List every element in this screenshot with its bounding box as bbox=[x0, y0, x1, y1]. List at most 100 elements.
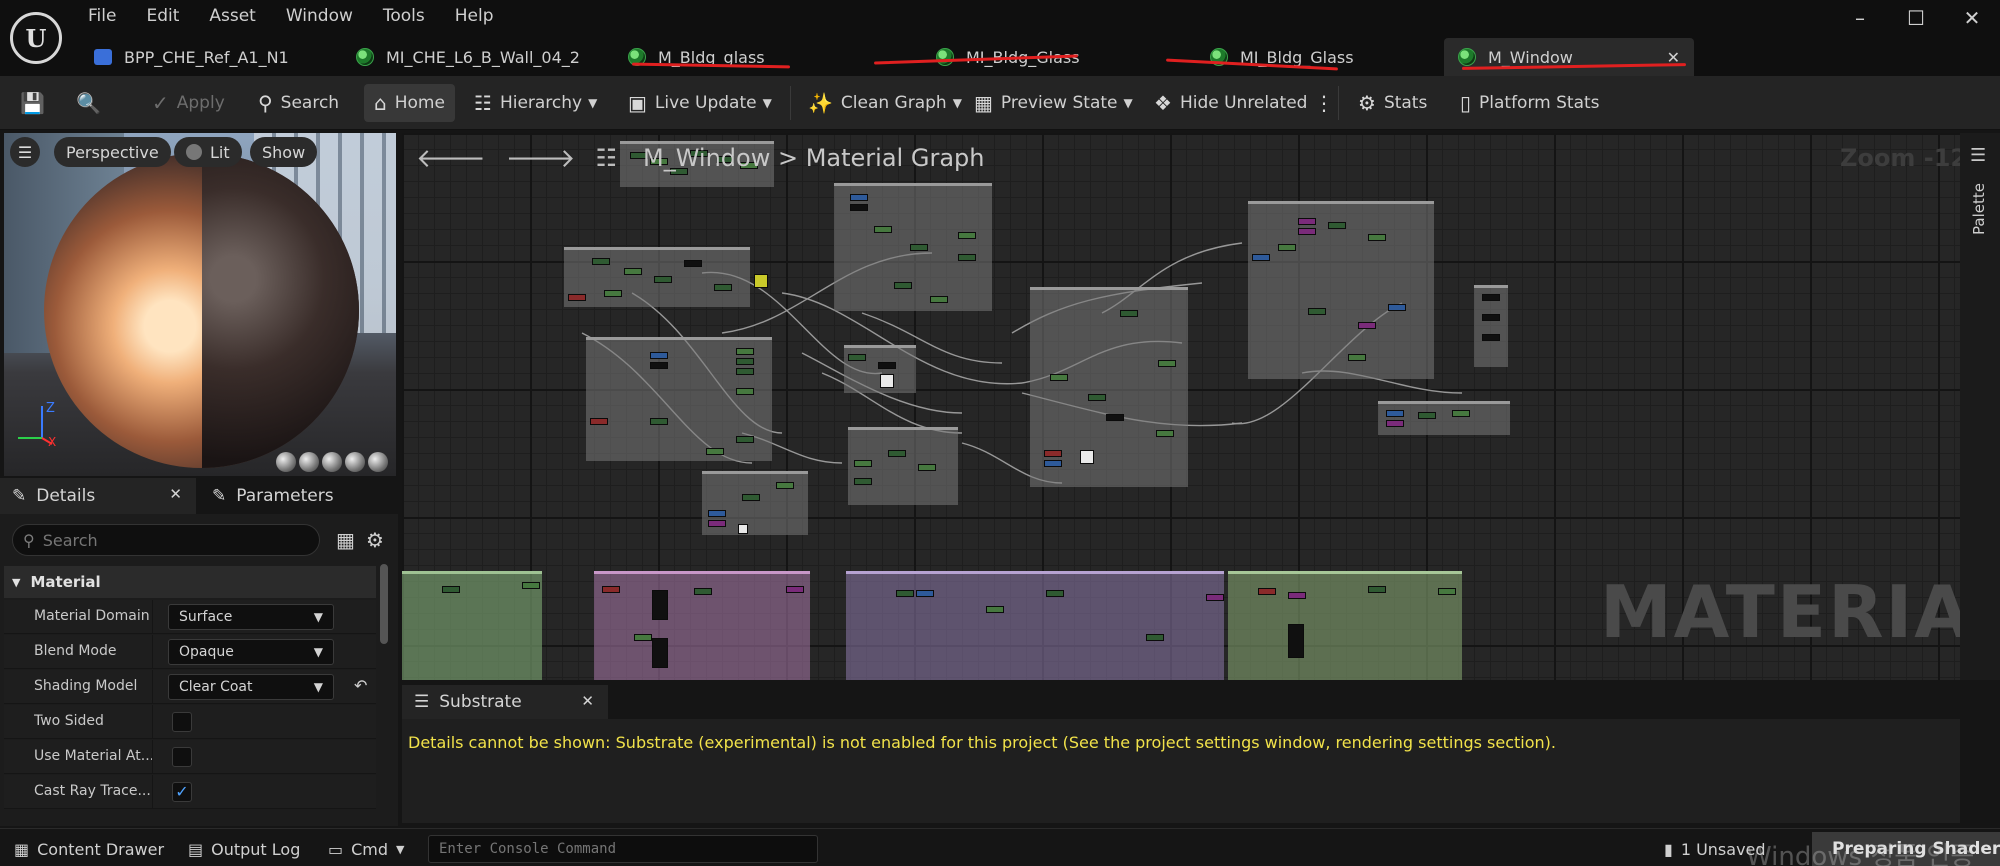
graph-node-group[interactable] bbox=[586, 337, 772, 461]
use-material-attributes-checkbox[interactable] bbox=[172, 747, 192, 767]
home-button[interactable]: ⌂ Home bbox=[364, 84, 455, 122]
show-button[interactable]: Show bbox=[250, 137, 318, 167]
palette-menu-icon[interactable]: ☰ bbox=[1970, 145, 1986, 166]
content-drawer-button[interactable]: ▦ Content Drawer bbox=[14, 837, 164, 861]
menu-tools[interactable]: Tools bbox=[383, 6, 425, 30]
graph-node-group[interactable] bbox=[1378, 401, 1510, 435]
stats-button[interactable]: ⚙ Stats bbox=[1358, 84, 1427, 122]
hierarchy-label: Hierarchy bbox=[499, 93, 583, 113]
two-sided-checkbox[interactable] bbox=[172, 712, 192, 732]
teapot-shape-icon[interactable] bbox=[368, 452, 388, 472]
prop-splitter bbox=[152, 670, 153, 704]
forward-arrow-icon[interactable]: 🡒 bbox=[506, 143, 576, 174]
dropdown-value: Clear Coat bbox=[179, 679, 253, 695]
prop-label: Shading Model bbox=[34, 678, 138, 694]
breadcrumb-leaf[interactable]: Material Graph bbox=[806, 144, 985, 172]
menu-file[interactable]: File bbox=[88, 6, 116, 30]
toolbar: 💾 🔍 ✓ Apply ⚲ Search ⌂ Home ☷ Hierarchy … bbox=[0, 76, 2000, 130]
apply-button[interactable]: ✓ Apply bbox=[152, 84, 225, 122]
blend-mode-dropdown[interactable]: Opaque ▼ bbox=[168, 639, 334, 665]
browse-button[interactable]: 🔍 bbox=[76, 84, 109, 122]
reset-to-default-icon[interactable]: ↶ bbox=[354, 676, 367, 695]
preview-state-button[interactable]: ▦ Preview State ▼ bbox=[974, 84, 1133, 122]
material-domain-dropdown[interactable]: Surface ▼ bbox=[168, 604, 334, 630]
platform-stats-button[interactable]: ▯ Platform Stats bbox=[1460, 84, 1600, 122]
viewport-menu-icon[interactable]: ☰ bbox=[10, 137, 40, 167]
prop-blend-mode: Blend Mode Opaque ▼ bbox=[4, 635, 376, 669]
chevron-down-icon: ▼ bbox=[396, 842, 405, 856]
save-icon: 💾 bbox=[20, 91, 45, 115]
graph-node-group[interactable] bbox=[848, 427, 958, 505]
preview-sphere-shadow bbox=[201, 153, 359, 468]
minimize-icon[interactable]: – bbox=[1832, 0, 1888, 36]
output-log-button[interactable]: ▤ Output Log bbox=[188, 837, 300, 861]
tab-substrate[interactable]: ☰ Substrate ✕ bbox=[402, 685, 608, 719]
palette-tab[interactable]: Palette bbox=[1970, 183, 1988, 235]
graph-node-group[interactable] bbox=[844, 345, 916, 393]
lit-button[interactable]: Lit bbox=[174, 137, 242, 167]
prop-label: Blend Mode bbox=[34, 643, 117, 659]
material-preview-viewport[interactable] bbox=[4, 133, 396, 476]
cube-shape-icon[interactable] bbox=[345, 452, 365, 472]
close-window-icon[interactable]: ✕ bbox=[1944, 0, 2000, 36]
shading-model-dropdown[interactable]: Clear Coat ▼ bbox=[168, 674, 334, 700]
console-command-input[interactable] bbox=[439, 841, 809, 857]
tab-m-window[interactable]: M_Window ✕ bbox=[1444, 38, 1694, 76]
tab-label: MI_CHE_L6_B_Wall_04_2 bbox=[386, 47, 580, 67]
breadcrumb-root[interactable]: M_Window bbox=[643, 144, 770, 172]
graph-node-group[interactable] bbox=[564, 247, 768, 307]
plane-shape-icon[interactable] bbox=[322, 452, 342, 472]
chevron-down-icon: ▼ bbox=[952, 96, 962, 110]
tab-details[interactable]: ✎ Details ✕ bbox=[0, 478, 196, 514]
settings-gear-icon[interactable]: ⚙ bbox=[366, 528, 384, 552]
close-substrate-icon[interactable]: ✕ bbox=[581, 692, 594, 710]
graph-node-group[interactable] bbox=[1248, 201, 1434, 379]
substrate-tab-label: Substrate bbox=[439, 692, 522, 712]
back-arrow-icon[interactable]: 🡐 bbox=[416, 143, 486, 174]
chevron-down-icon: ▼ bbox=[313, 610, 323, 624]
perspective-button[interactable]: Perspective bbox=[54, 137, 171, 167]
status-bar: ▦ Content Drawer ▤ Output Log ▭ Cmd ▼ ▮ … bbox=[0, 828, 2000, 866]
substrate-panel: Details cannot be shown: Substrate (expe… bbox=[402, 719, 1960, 823]
clean-graph-label: Clean Graph bbox=[840, 93, 947, 113]
hide-unrelated-button[interactable]: ❖ Hide Unrelated bbox=[1154, 84, 1307, 122]
more-vertical-icon: ⋮ bbox=[1314, 91, 1334, 115]
hierarchy-button[interactable]: ☷ Hierarchy ▼ bbox=[474, 84, 597, 122]
graph-node-group[interactable] bbox=[702, 471, 808, 535]
live-update-button[interactable]: ▣ Live Update ▼ bbox=[628, 84, 772, 122]
close-details-icon[interactable]: ✕ bbox=[169, 485, 182, 503]
cmd-selector[interactable]: ▭ Cmd ▼ bbox=[328, 837, 405, 861]
tab-mi-bldg-glass-2[interactable]: MI_Bldg_Glass bbox=[1148, 38, 1444, 76]
cylinder-shape-icon[interactable] bbox=[276, 452, 296, 472]
graph-comment-box[interactable] bbox=[402, 571, 542, 680]
unreal-logo-icon[interactable]: U bbox=[10, 12, 62, 64]
stats-icon: ⚙ bbox=[1358, 91, 1376, 115]
menu-asset[interactable]: Asset bbox=[209, 6, 255, 30]
clean-graph-button[interactable]: ✨ Clean Graph ▼ bbox=[808, 84, 962, 122]
graph-comment-box[interactable] bbox=[846, 571, 1224, 680]
tab-bpp-che-ref[interactable]: BPP_CHE_Ref_A1_N1 bbox=[80, 38, 342, 76]
chevron-down-icon: ▼ bbox=[313, 680, 323, 694]
graph-comment-box[interactable] bbox=[594, 571, 810, 680]
search-button[interactable]: ⚲ Search bbox=[258, 84, 339, 122]
sphere-shape-icon[interactable] bbox=[299, 452, 319, 472]
cast-ray-traced-shadows-checkbox[interactable]: ✓ bbox=[172, 782, 192, 802]
graph-node-result[interactable] bbox=[1474, 285, 1508, 367]
table-view-icon[interactable]: ▦ bbox=[336, 528, 355, 552]
graph-comment-box[interactable] bbox=[1228, 571, 1462, 680]
tab-mi-che-wall[interactable]: MI_CHE_L6_B_Wall_04_2 bbox=[342, 38, 614, 76]
details-scrollbar[interactable] bbox=[380, 564, 388, 644]
prop-splitter bbox=[152, 600, 153, 634]
tab-m-bldg-glass[interactable]: M_Bldg_glass bbox=[614, 38, 876, 76]
material-instance-icon bbox=[356, 48, 374, 66]
graph-node-group[interactable] bbox=[834, 183, 992, 311]
tab-parameters[interactable]: ✎ Parameters bbox=[200, 478, 396, 514]
menu-help[interactable]: Help bbox=[455, 6, 494, 30]
menu-edit[interactable]: Edit bbox=[146, 6, 179, 30]
maximize-icon[interactable]: ☐ bbox=[1888, 0, 1944, 36]
menu-window[interactable]: Window bbox=[286, 6, 353, 30]
save-button[interactable]: 💾 bbox=[20, 84, 53, 122]
graph-node-group[interactable] bbox=[1030, 287, 1188, 487]
category-material[interactable]: ▼ Material bbox=[4, 566, 376, 598]
details-search-input[interactable] bbox=[42, 530, 293, 550]
